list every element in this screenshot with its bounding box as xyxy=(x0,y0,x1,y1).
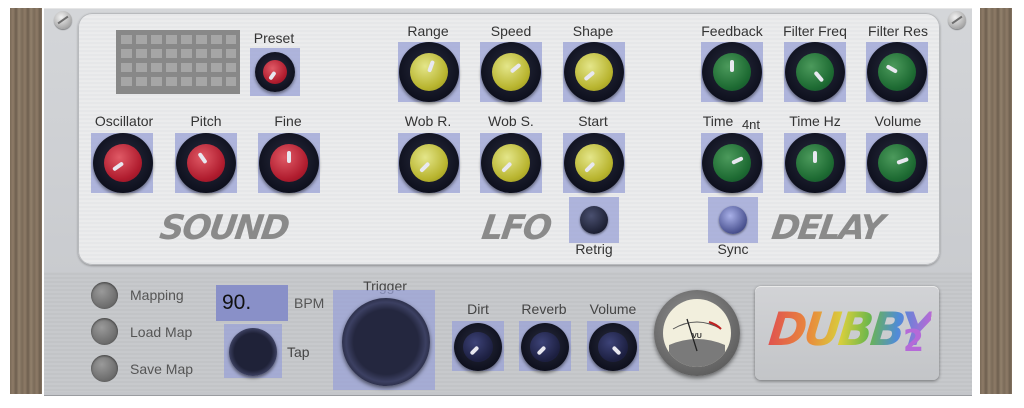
time-knob[interactable] xyxy=(702,133,762,193)
sound-section-label: SOUND xyxy=(157,208,291,248)
sync-button[interactable] xyxy=(719,206,747,234)
preset-grid[interactable] xyxy=(116,30,240,94)
preset-knob[interactable] xyxy=(255,52,295,92)
speed-knob[interactable] xyxy=(481,42,541,102)
retrig-label: Retrig xyxy=(575,241,613,257)
pitch-knob[interactable] xyxy=(176,133,236,193)
screw-top-right xyxy=(948,11,966,29)
wobr-knob[interactable] xyxy=(399,133,459,193)
preset-label: Preset xyxy=(253,30,295,46)
dirt-knob[interactable] xyxy=(454,323,502,371)
oscillator-knob[interactable] xyxy=(93,133,153,193)
pitch-label: Pitch xyxy=(190,113,222,129)
load-map-button[interactable] xyxy=(91,318,118,345)
filterres-knob[interactable] xyxy=(867,42,927,102)
fine-label: Fine xyxy=(274,113,302,129)
shape-label: Shape xyxy=(572,23,614,39)
filterfreq-label: Filter Freq xyxy=(783,23,847,39)
feedback-knob[interactable] xyxy=(702,42,762,102)
save-map-label: Save Map xyxy=(130,361,194,377)
delay-volume-label: Volume xyxy=(874,113,922,129)
wobr-label: Wob R. xyxy=(404,113,452,129)
dirt-label: Dirt xyxy=(467,301,489,317)
wobs-knob[interactable] xyxy=(481,133,541,193)
start-label: Start xyxy=(578,113,608,129)
filterres-label: Filter Res xyxy=(868,23,928,39)
lfo-section-label: LFO xyxy=(479,208,553,248)
range-label: Range xyxy=(407,23,449,39)
sync-label: Sync xyxy=(717,241,749,257)
delay-volume-knob[interactable] xyxy=(867,133,927,193)
reverb-knob[interactable] xyxy=(521,323,569,371)
range-knob[interactable] xyxy=(399,42,459,102)
load-map-label: Load Map xyxy=(130,324,193,340)
tap-label: Tap xyxy=(287,344,310,360)
dubby-logo-panel: DUBBY 2 xyxy=(755,286,939,380)
tap-button[interactable] xyxy=(229,328,277,376)
shape-knob[interactable] xyxy=(564,42,624,102)
delay-section-label: DELAY xyxy=(769,208,885,248)
time-value: 4nt xyxy=(741,117,761,132)
save-map-button[interactable] xyxy=(91,355,118,382)
time-label: Time xyxy=(702,113,734,129)
dubby-logo-version: 2 xyxy=(903,324,924,359)
vu-label: VU xyxy=(692,333,702,340)
master-volume-label: Volume xyxy=(589,301,637,317)
speed-label: Speed xyxy=(490,23,532,39)
master-volume-knob[interactable] xyxy=(589,323,637,371)
trigger-pad[interactable] xyxy=(342,298,430,386)
start-knob[interactable] xyxy=(564,133,624,193)
wood-panel-left xyxy=(10,8,42,394)
wobs-label: Wob S. xyxy=(488,113,534,129)
screw-top-left xyxy=(54,11,72,29)
bpm-value: 90. xyxy=(222,291,252,314)
mapping-label: Mapping xyxy=(130,287,184,303)
fine-knob[interactable] xyxy=(259,133,319,193)
bpm-label: BPM xyxy=(294,295,325,311)
timehz-knob[interactable] xyxy=(785,133,845,193)
retrig-button[interactable] xyxy=(580,206,608,234)
mapping-button[interactable] xyxy=(91,282,118,309)
reverb-label: Reverb xyxy=(521,301,567,317)
filterfreq-knob[interactable] xyxy=(785,42,845,102)
oscillator-label: Oscillator xyxy=(94,113,154,129)
preset-grid-cells xyxy=(121,35,236,86)
vu-meter: VU xyxy=(654,290,740,376)
timehz-label: Time Hz xyxy=(789,113,841,129)
bpm-display[interactable]: 90. xyxy=(216,285,288,321)
feedback-label: Feedback xyxy=(701,23,763,39)
wood-panel-right xyxy=(980,8,1012,394)
